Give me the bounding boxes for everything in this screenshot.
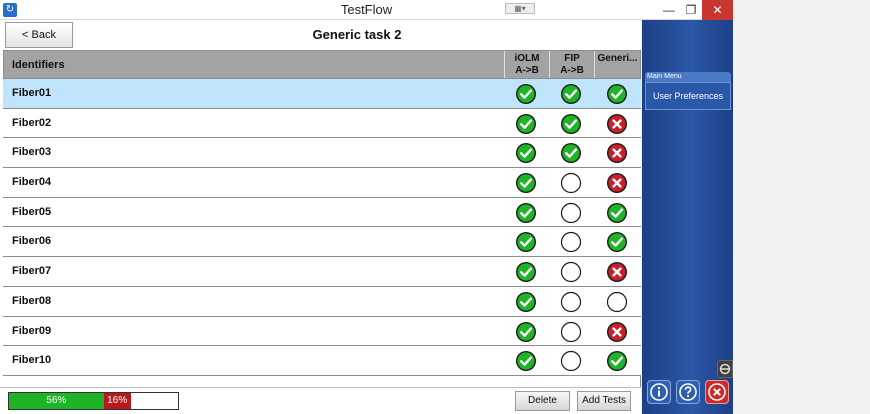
table-row[interactable]: Fiber10 — [3, 346, 641, 376]
not-tested-circle-icon[interactable] — [560, 261, 582, 283]
fiber-identifier: Fiber05 — [12, 205, 52, 218]
back-button[interactable]: < Back — [5, 22, 73, 48]
column-header-generic[interactable]: Generi... — [594, 51, 640, 78]
desktop-background — [733, 0, 870, 414]
table-row[interactable]: Fiber09 — [3, 316, 641, 347]
fail-x-icon[interactable] — [606, 321, 628, 343]
footer-bar: 56% 16% Delete Add Tests — [0, 387, 641, 414]
fiber-identifier: Fiber09 — [12, 324, 52, 337]
pass-check-icon[interactable] — [515, 172, 537, 194]
column-header-line: iOLM — [514, 53, 540, 64]
side-panel: Main Menu User Preferences — [642, 20, 733, 414]
pass-check-icon[interactable] — [560, 83, 582, 105]
pass-check-icon[interactable] — [515, 142, 537, 164]
table-row[interactable]: Fiber04 — [3, 168, 641, 198]
user-preferences-button[interactable]: User Preferences — [645, 82, 731, 110]
column-header-fip[interactable]: FIP A->B — [549, 51, 594, 78]
pass-check-icon[interactable] — [515, 202, 537, 224]
pass-check-icon[interactable] — [515, 321, 537, 343]
pass-check-icon[interactable] — [560, 142, 582, 164]
panel-toggle-icon[interactable] — [717, 360, 733, 378]
close-icon[interactable] — [705, 380, 729, 404]
not-tested-circle-icon[interactable] — [560, 321, 582, 343]
pass-check-icon[interactable] — [560, 113, 582, 135]
pass-check-icon[interactable] — [515, 113, 537, 135]
column-header-line: FIP — [564, 53, 580, 64]
table-row[interactable]: Fiber01 — [3, 79, 641, 109]
column-header-line: A->B — [560, 65, 584, 76]
title-bar: ↻ TestFlow ▦▾ — ❐ ✕ — [0, 0, 733, 20]
info-icon[interactable] — [647, 380, 671, 404]
table-header: Identifiers iOLM A->B FIP A->B Generi... — [3, 50, 641, 79]
pass-check-icon[interactable] — [515, 350, 537, 372]
column-header-line: Generi... — [597, 53, 638, 64]
minimize-icon[interactable]: — — [658, 0, 680, 20]
delete-button[interactable]: Delete — [515, 391, 570, 411]
pass-check-icon[interactable] — [606, 231, 628, 253]
table-row[interactable]: Fiber05 — [3, 197, 641, 228]
pass-check-icon[interactable] — [515, 291, 537, 313]
not-tested-circle-icon[interactable] — [560, 172, 582, 194]
page-title: Generic task 2 — [312, 27, 402, 42]
fiber-identifier: Fiber08 — [12, 294, 52, 307]
fiber-table: Fiber01 Fiber02 Fiber03 Fiber04 Fiber05 Fiber… — [3, 79, 641, 376]
table-row[interactable]: Fiber03 — [3, 138, 641, 169]
fiber-identifier: Fiber07 — [12, 265, 52, 278]
pass-check-icon[interactable] — [606, 350, 628, 372]
column-header-identifiers[interactable]: Identifiers — [12, 59, 65, 71]
fiber-identifier: Fiber10 — [12, 354, 52, 367]
progress-bar: 56% 16% — [8, 392, 179, 410]
not-tested-circle-icon[interactable] — [560, 350, 582, 372]
main-content: < Back Generic task 2 Identifiers iOLM A… — [0, 20, 641, 414]
pass-check-icon[interactable] — [515, 83, 537, 105]
progress-pass-segment: 56% — [9, 393, 104, 409]
fiber-identifier: Fiber06 — [12, 235, 52, 248]
fail-x-icon[interactable] — [606, 142, 628, 164]
layout-dropdown[interactable]: ▦▾ — [505, 3, 535, 14]
main-menu-header: Main Menu — [645, 72, 731, 82]
help-icon[interactable] — [676, 380, 700, 404]
not-tested-circle-icon[interactable] — [560, 291, 582, 313]
add-tests-button[interactable]: Add Tests — [577, 391, 631, 411]
fiber-identifier: Fiber01 — [12, 87, 52, 99]
not-tested-circle-icon[interactable] — [560, 202, 582, 224]
not-tested-circle-icon[interactable] — [560, 231, 582, 253]
fail-x-icon[interactable] — [606, 261, 628, 283]
fiber-identifier: Fiber02 — [12, 116, 52, 129]
pass-check-icon[interactable] — [515, 231, 537, 253]
pass-check-icon[interactable] — [515, 261, 537, 283]
page-header: < Back Generic task 2 — [0, 20, 641, 50]
pass-check-icon[interactable] — [606, 202, 628, 224]
fail-x-icon[interactable] — [606, 113, 628, 135]
progress-fail-segment: 16% — [103, 393, 131, 409]
table-row[interactable]: Fiber08 — [3, 286, 641, 317]
fail-x-icon[interactable] — [606, 172, 628, 194]
window-title: TestFlow — [340, 2, 393, 17]
column-header-iolm[interactable]: iOLM A->B — [504, 51, 549, 78]
fiber-identifier: Fiber03 — [12, 146, 52, 159]
not-tested-circle-icon[interactable] — [606, 291, 628, 313]
fiber-identifier: Fiber04 — [12, 176, 52, 189]
pass-check-icon[interactable] — [606, 83, 628, 105]
maximize-icon[interactable]: ❐ — [680, 0, 702, 20]
column-header-line: A->B — [515, 65, 539, 76]
table-row[interactable]: Fiber07 — [3, 257, 641, 287]
window-close-icon[interactable]: ✕ — [702, 0, 733, 20]
table-row[interactable]: Fiber06 — [3, 227, 641, 258]
table-row[interactable]: Fiber02 — [3, 108, 641, 139]
